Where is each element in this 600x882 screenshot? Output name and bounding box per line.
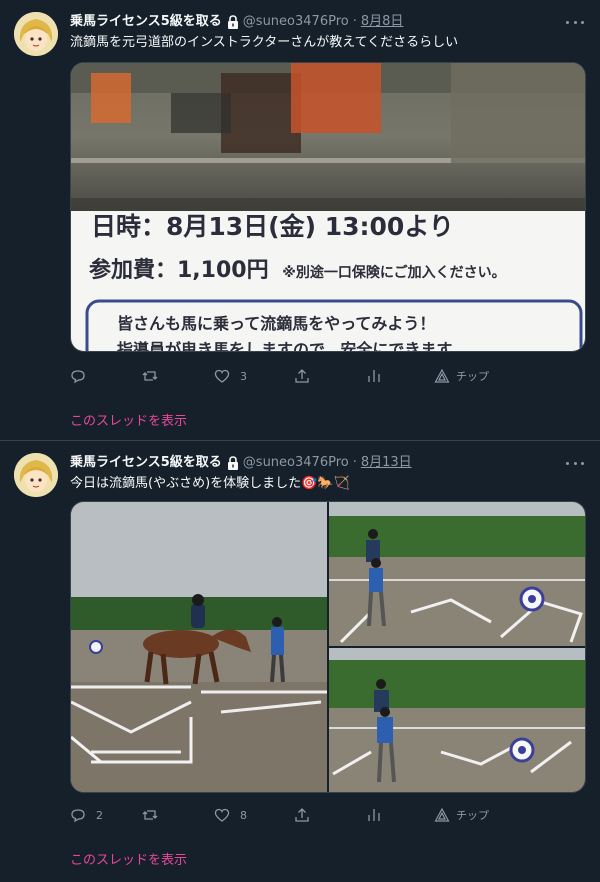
retweet-button[interactable] (142, 805, 168, 825)
separator: · (352, 14, 357, 29)
photo-arena-rider[interactable] (71, 502, 327, 792)
reply-count: 2 (96, 808, 103, 822)
like-count: 8 (240, 808, 247, 822)
stats-button[interactable] (366, 805, 382, 825)
photo-grid (71, 502, 585, 792)
reply-button[interactable]: 2 (70, 805, 103, 825)
retweet-button[interactable] (142, 366, 168, 386)
avatar[interactable] (14, 12, 58, 56)
avatar-image (14, 453, 58, 497)
flyer-photo: 日時：8月13日(金) 13:00より 参加費：1,100円 ※別途一口保険にご… (71, 63, 585, 351)
tip-label: チップ (456, 809, 489, 822)
tweet-media[interactable]: 日時：8月13日(金) 13:00より 参加費：1,100円 ※別途一口保険にご… (70, 62, 586, 352)
show-thread-link[interactable]: このスレッドを表示 (70, 410, 187, 429)
more-icon[interactable] (566, 12, 584, 32)
tip-label: チップ (456, 370, 489, 383)
tweet-date[interactable]: 8月8日 (361, 12, 404, 32)
share-icon (295, 369, 309, 383)
tweet-header: 乗馬ライセンス5級を取る @suneo3476Pro · 8月13日 (70, 453, 586, 473)
lock-icon (227, 456, 238, 470)
like-button[interactable]: 3 (214, 366, 247, 386)
reply-icon (71, 370, 85, 384)
reply-button[interactable] (70, 366, 96, 386)
display-name[interactable]: 乗馬ライセンス5級を取る (70, 453, 222, 473)
retweet-icon (142, 371, 158, 381)
user-handle[interactable]: @suneo3476Pro (243, 12, 349, 32)
flyer-line2-main: 参加費：1,100円 (89, 257, 269, 283)
flyer-line2-note: ※別途一口保険にご加入ください。 (282, 264, 505, 281)
tweet-media-grid (70, 501, 586, 793)
share-button[interactable] (294, 805, 310, 825)
separator: · (352, 455, 357, 470)
like-button[interactable]: 8 (214, 805, 247, 825)
stats-icon (368, 809, 380, 821)
reply-icon (71, 809, 85, 823)
action-bar: 2 8 チップ (70, 805, 500, 825)
more-icon[interactable] (566, 453, 584, 473)
like-count: 3 (240, 369, 247, 383)
like-icon (214, 369, 230, 383)
flyer-line1: 日時：8月13日(金) 13:00より (91, 212, 454, 241)
tweet[interactable]: 乗馬ライセンス5級を取る @suneo3476Pro · 8月8日 流鏑馬を元弓… (0, 0, 600, 440)
avatar-image (14, 12, 58, 56)
show-thread-link[interactable]: このスレッドを表示 (70, 849, 187, 868)
user-handle[interactable]: @suneo3476Pro (243, 453, 349, 473)
stats-button[interactable] (366, 366, 382, 386)
flyer-box-line1: 皆さんも馬に乗って流鏑馬をやってみよう！ (117, 314, 435, 333)
tip-button[interactable]: チップ (434, 805, 489, 825)
tip-button[interactable]: チップ (434, 366, 489, 386)
action-bar: 3 チップ (70, 366, 500, 386)
like-icon (214, 808, 230, 822)
share-icon (295, 808, 309, 822)
retweet-icon (142, 810, 158, 820)
flyer-box-line2: 指導員が曳き馬をしますので、安全にできます (117, 340, 452, 351)
tweet-header: 乗馬ライセンス5級を取る @suneo3476Pro · 8月8日 (70, 12, 586, 32)
avatar[interactable] (14, 453, 58, 497)
tweet-date[interactable]: 8月13日 (361, 453, 412, 473)
lock-icon (227, 15, 238, 29)
tweet-text: 流鏑馬を元弓道部のインストラクターさんが教えてくださるらしい (70, 35, 459, 50)
tip-icon (434, 807, 450, 822)
photo-rider-close[interactable] (329, 648, 585, 792)
photo-rider-aiming[interactable] (329, 502, 585, 646)
tweet-text: 今日は流鏑馬(やぶさめ)を体験しました🎯🐎🏹 (70, 476, 350, 491)
display-name[interactable]: 乗馬ライセンス5級を取る (70, 12, 222, 32)
stats-icon (368, 370, 380, 382)
tweet[interactable]: 乗馬ライセンス5級を取る @suneo3476Pro · 8月13日 今日は流鏑… (0, 441, 600, 882)
share-button[interactable] (294, 366, 310, 386)
tip-icon (434, 368, 450, 383)
